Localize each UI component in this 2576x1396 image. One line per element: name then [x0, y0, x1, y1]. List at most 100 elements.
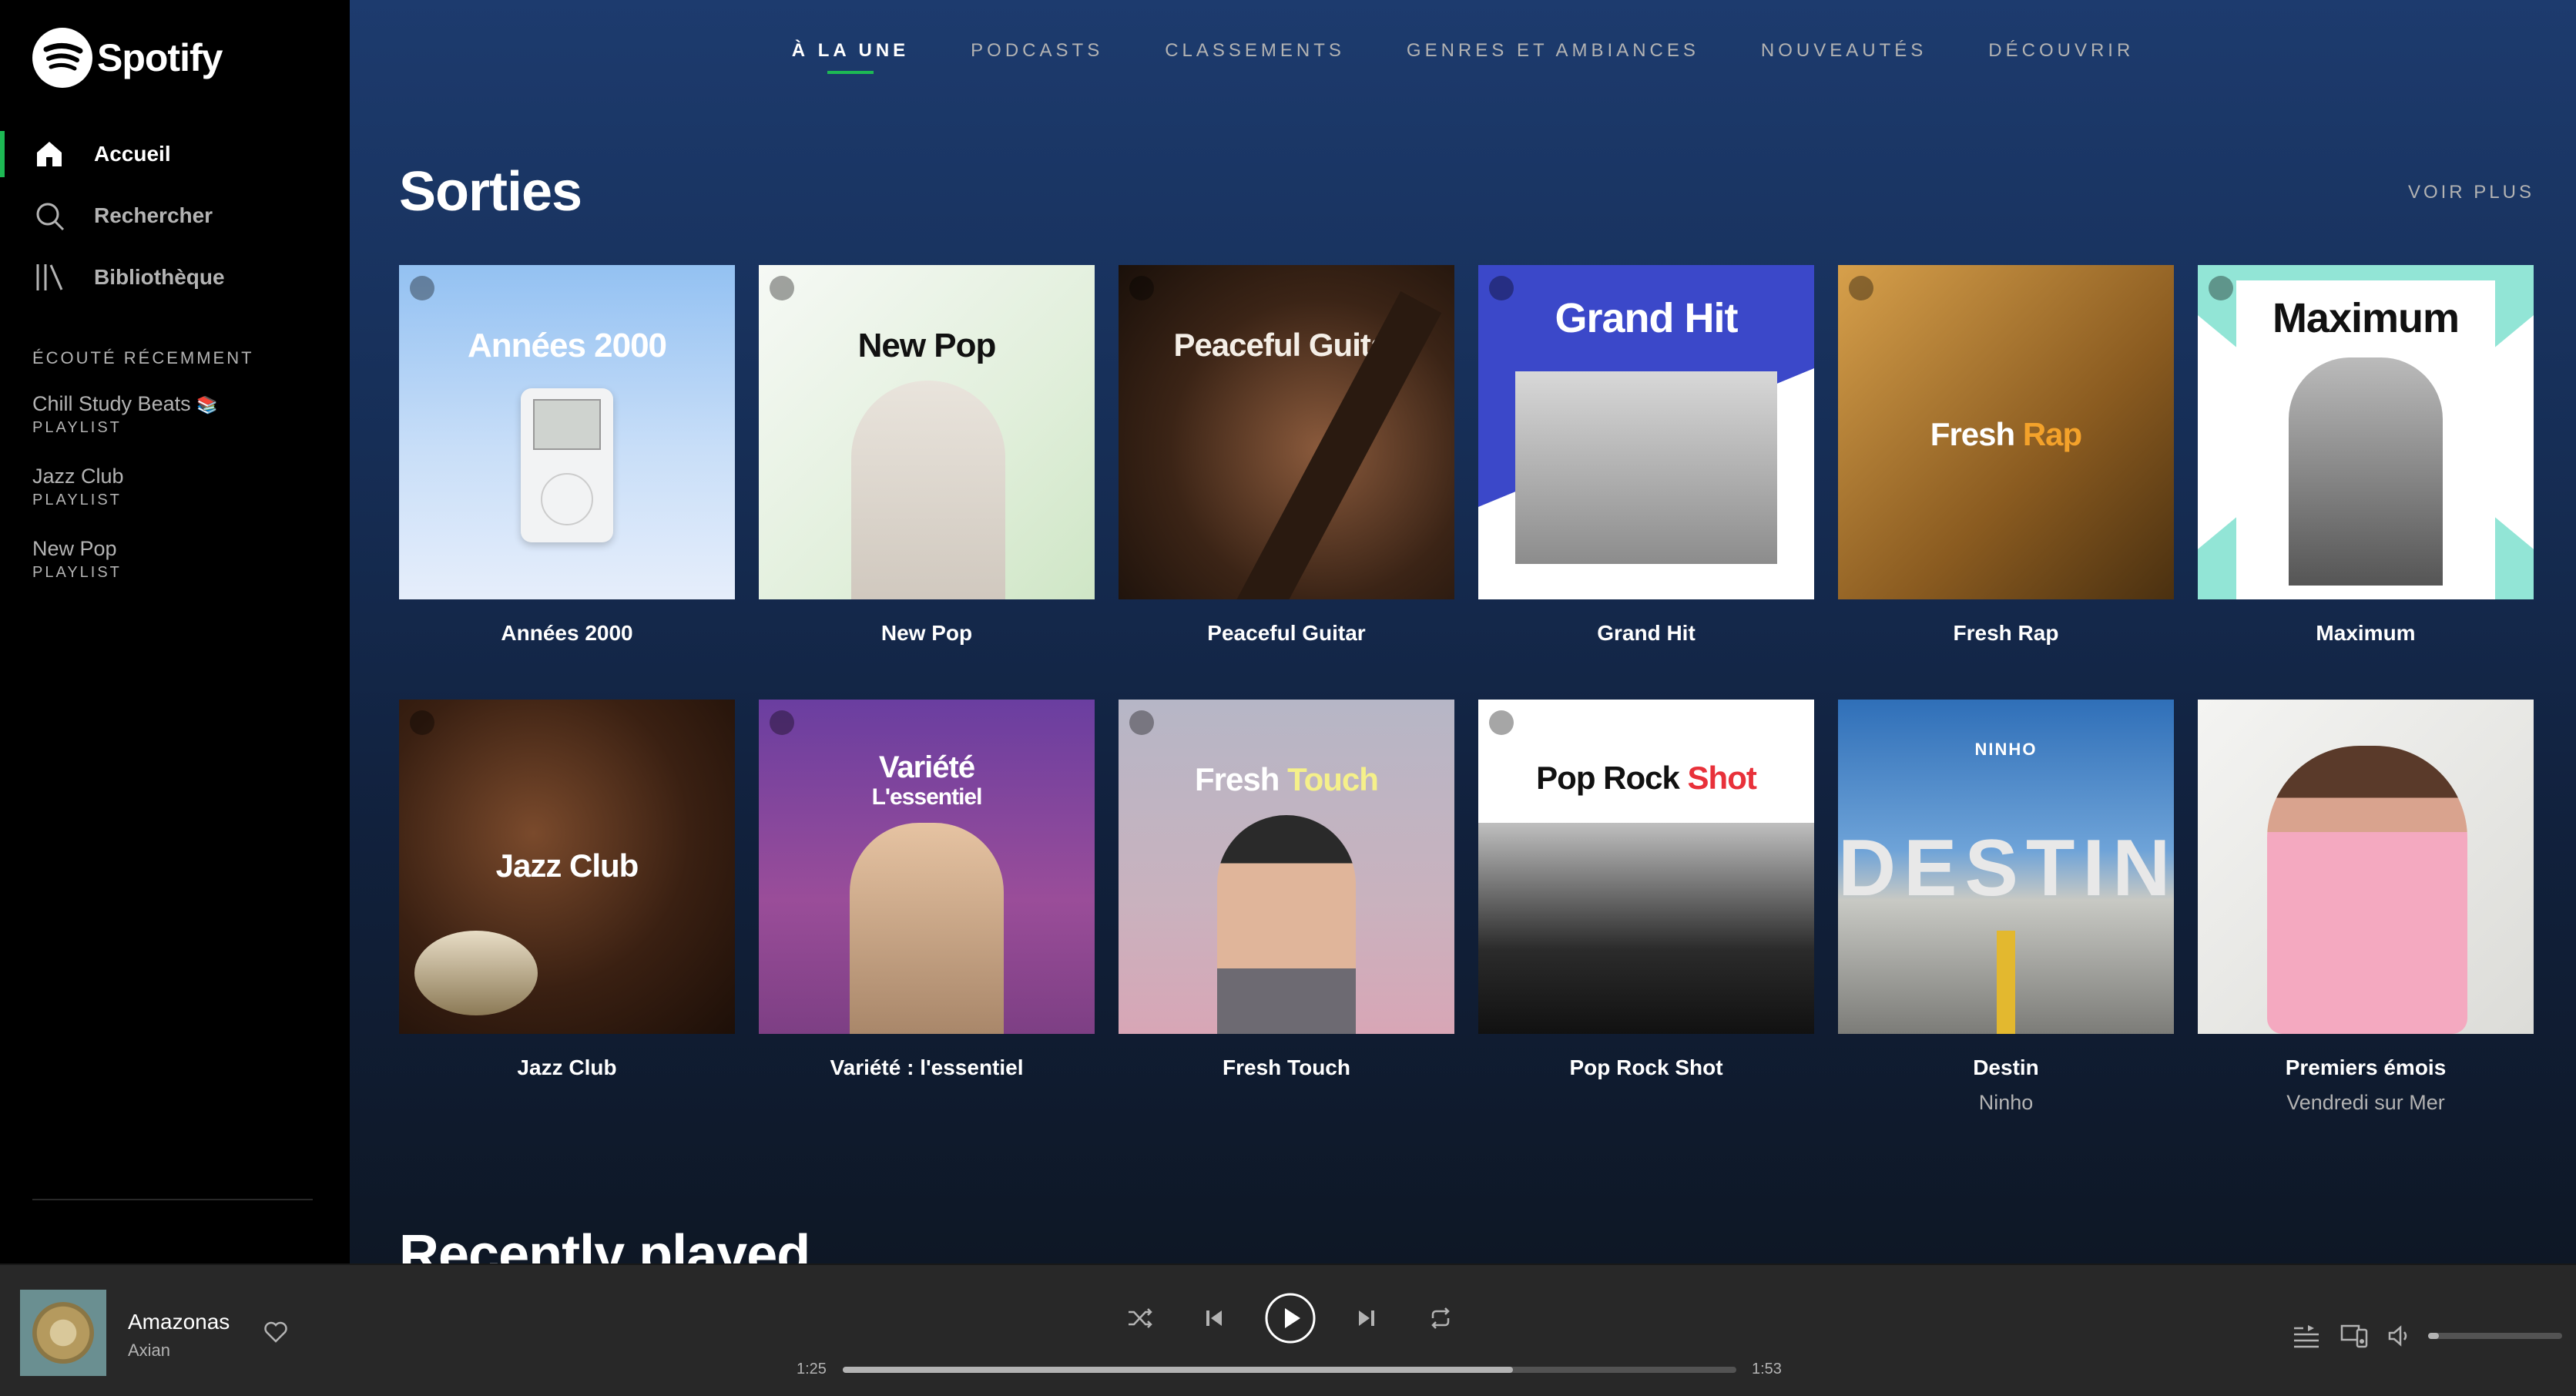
main-content: À LA UNE PODCASTS CLASSEMENTS GENRES ET … [350, 0, 2576, 1263]
spotify-badge-icon [770, 710, 794, 735]
playlist-card[interactable]: New Pop New Pop [759, 265, 1095, 646]
card-title: Années 2000 [501, 621, 633, 645]
sidebar-item-label: Bibliothèque [94, 265, 225, 289]
duration-time: 1:53 [1752, 1361, 1782, 1378]
sidebar-item-rechercher[interactable]: Rechercher [0, 185, 350, 247]
spotify-badge-icon [1129, 710, 1154, 735]
cover-title: Fresh Touch [1119, 761, 1454, 798]
playlist-card[interactable]: Peaceful Guitar Peaceful Guitar [1119, 265, 1454, 646]
playlist-type: PLAYLIST [32, 419, 122, 436]
tab-nouveautes[interactable]: NOUVEAUTÉS [1761, 40, 1927, 74]
shuffle-icon[interactable] [1117, 1291, 1163, 1345]
album-card[interactable]: NINHO DESTIN Destin Ninho [1838, 700, 2174, 1115]
trumpet-shape [414, 931, 538, 1015]
card-title: Fresh Rap [1953, 621, 2059, 645]
playlist-card[interactable]: Grand Hit Grand Hit [1478, 265, 1814, 646]
card-title: Fresh Touch [1223, 1055, 1350, 1079]
album-cover[interactable] [2198, 700, 2534, 1034]
tab-classements[interactable]: CLASSEMENTS [1165, 40, 1345, 74]
card-title: Variété : l'essentiel [830, 1055, 1024, 1079]
card-title: Pop Rock Shot [1569, 1055, 1723, 1079]
see-more-link[interactable]: VOIR PLUS [2408, 182, 2534, 203]
cover-title-a: Fresh [1930, 416, 2015, 452]
elapsed-time: 1:25 [797, 1361, 827, 1378]
tab-podcasts[interactable]: PODCASTS [971, 40, 1103, 74]
playlist-cover[interactable]: Années 2000 [399, 265, 735, 599]
playlist-cover[interactable]: Pop Rock Shot [1478, 700, 1814, 1034]
section-title: Sorties [399, 161, 582, 223]
card-title: New Pop [880, 621, 973, 645]
recently-played-heading: ÉCOUTÉ RÉCEMMENT [32, 348, 254, 367]
now-playing-cover[interactable] [20, 1290, 106, 1376]
playlist-grid: Années 2000 Années 2000 New Pop New Pop … [399, 265, 2537, 1115]
queue-icon[interactable] [2293, 1324, 2320, 1352]
volume-icon[interactable] [2388, 1325, 2413, 1351]
progress-fill [843, 1367, 1513, 1373]
card-title: Maximum [2316, 621, 2416, 645]
playlist-card[interactable]: Années 2000 Années 2000 [399, 265, 735, 646]
tab-genres[interactable]: GENRES ET AMBIANCES [1407, 40, 1699, 74]
list-item[interactable]: New Pop PLAYLIST [32, 535, 325, 607]
playlist-cover[interactable]: Grand Hit [1478, 265, 1814, 599]
card-artist[interactable]: Ninho [1838, 1091, 2174, 1115]
sidebar-divider [32, 1199, 313, 1200]
recently-played-section-title: Recently played [399, 1224, 810, 1263]
cover-title-b: Rap [2022, 416, 2082, 452]
list-item[interactable]: Jazz Club PLAYLIST [32, 462, 325, 535]
sidebar-item-accueil[interactable]: Accueil [0, 123, 350, 185]
playlist-card[interactable]: Maximum Maximum [2198, 265, 2534, 646]
playlist-card[interactable]: Pop Rock Shot Pop Rock Shot [1478, 700, 1814, 1115]
playlist-card[interactable]: Jazz Club Jazz Club [399, 700, 735, 1115]
cover-title: Jazz Club [495, 847, 639, 884]
cover-title: DESTIN [1838, 824, 2174, 913]
sidebar-item-bibliotheque[interactable]: Bibliothèque [0, 247, 350, 308]
playlist-cover[interactable]: Jazz Club [399, 700, 735, 1034]
spotify-badge-icon [1489, 710, 1514, 735]
playlist-cover[interactable]: Fresh Rap [1838, 265, 2174, 599]
list-item[interactable]: Chill Study Beats 📚 PLAYLIST [32, 390, 325, 462]
previous-icon[interactable] [1191, 1291, 1237, 1345]
volume-fill [2428, 1333, 2439, 1339]
playback-controls [1117, 1291, 1464, 1345]
road-line [1997, 931, 2015, 1034]
playlist-cover[interactable]: Peaceful Guitar [1119, 265, 1454, 599]
play-button[interactable] [1263, 1291, 1317, 1345]
devices-icon[interactable] [2340, 1324, 2368, 1352]
playlist-name: New Pop [32, 537, 117, 560]
band-photo [1478, 823, 1814, 1034]
heart-icon[interactable] [263, 1320, 288, 1347]
recently-played-list: Chill Study Beats 📚 PLAYLIST Jazz Club P… [32, 390, 325, 607]
playlist-cover[interactable]: Fresh Touch [1119, 700, 1454, 1034]
spotify-wordmark: Spotify [97, 36, 223, 79]
band-photo [1515, 371, 1777, 564]
repeat-icon[interactable] [1417, 1291, 1464, 1345]
album-card[interactable]: Premiers émois Vendredi sur Mer [2198, 700, 2534, 1115]
tab-decouvrir[interactable]: DÉCOUVRIR [1988, 40, 2134, 74]
cover-title: Maximum [2272, 295, 2460, 341]
playlist-cover[interactable]: Maximum [2198, 265, 2534, 599]
tab-a-la-une[interactable]: À LA UNE [792, 40, 909, 74]
track-artist[interactable]: Axian [128, 1341, 170, 1361]
volume-slider[interactable] [2428, 1333, 2562, 1339]
playlist-cover[interactable]: Variété L'essentiel [759, 700, 1095, 1034]
sidebar-item-label: Rechercher [94, 203, 213, 227]
track-title[interactable]: Amazonas [128, 1310, 230, 1334]
playlist-card[interactable]: Fresh Rap Fresh Rap [1838, 265, 2174, 646]
playlist-card[interactable]: Fresh Touch Fresh Touch [1119, 700, 1454, 1115]
playlist-card[interactable]: Variété L'essentiel Variété : l'essentie… [759, 700, 1095, 1115]
sidebar: Spotify Accueil Rechercher Bibliothèque … [0, 0, 350, 1263]
cover-title: Variété [878, 750, 975, 784]
album-cover[interactable]: NINHO DESTIN [1838, 700, 2174, 1034]
progress-bar[interactable] [843, 1367, 1736, 1373]
spotify-badge-icon [410, 276, 434, 300]
card-artist[interactable]: Vendredi sur Mer [2198, 1091, 2534, 1115]
playlist-type: PLAYLIST [32, 492, 122, 508]
sidebar-item-label: Accueil [94, 142, 171, 166]
artist-photo [2289, 357, 2443, 586]
cover-title-a: Fresh [1195, 761, 1280, 797]
playlist-cover[interactable]: New Pop [759, 265, 1095, 599]
cover-title-b: Touch [1287, 761, 1379, 797]
next-icon[interactable] [1343, 1291, 1390, 1345]
books-emoji-icon: 📚 [196, 395, 218, 414]
spotify-logo[interactable]: Spotify [32, 28, 223, 88]
